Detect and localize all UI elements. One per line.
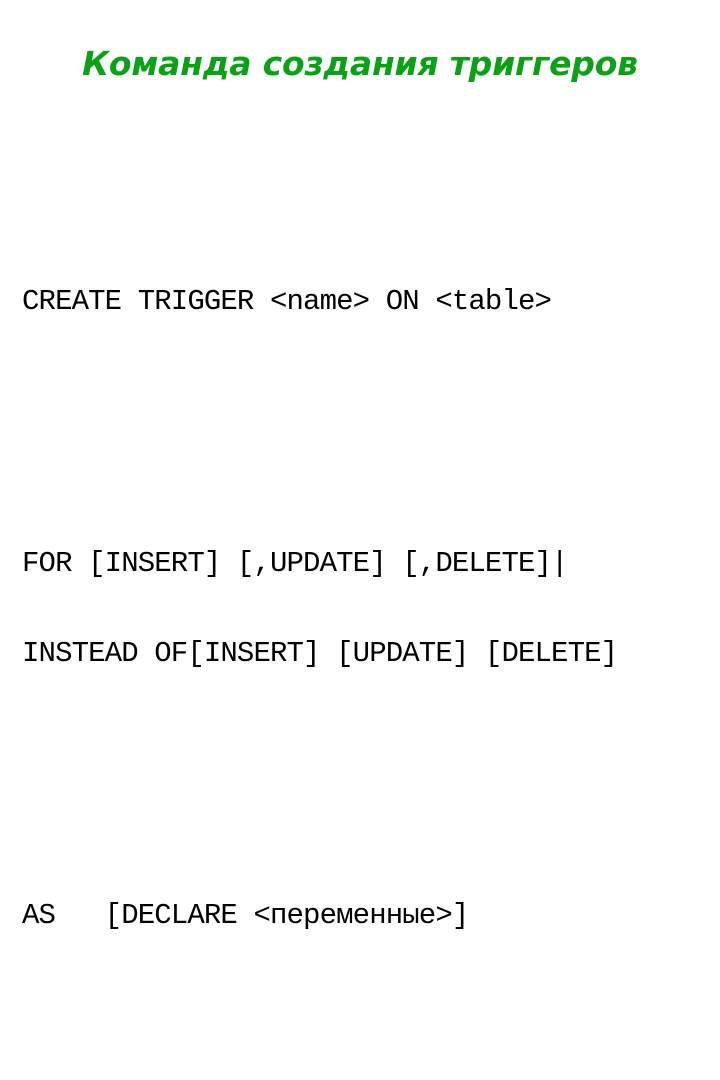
code-paragraph-as-declare-clause: AS [DECLARE <переменные>] bbox=[22, 841, 698, 991]
code-line: AS [DECLARE <переменные>] bbox=[22, 899, 469, 932]
code-line: INSTEAD OF[INSERT] [UPDATE] [DELETE] bbox=[22, 637, 618, 670]
code-body: CREATE TRIGGER <name> ON <table> FOR [IN… bbox=[22, 128, 698, 1080]
code-paragraph-event-clause: FOR [INSERT] [,UPDATE] [,DELETE]| INSTEA… bbox=[22, 489, 698, 729]
code-paragraph-create-trigger-header: CREATE TRIGGER <name> ON <table> bbox=[22, 227, 698, 377]
code-line: FOR [INSERT] [,UPDATE] [,DELETE]| bbox=[22, 547, 568, 580]
page-title: Команда создания триггеров bbox=[82, 44, 638, 83]
slide-canvas: Команда создания триггеров CREATE TRIGGE… bbox=[0, 0, 720, 931]
code-line: CREATE TRIGGER <name> ON <table> bbox=[22, 285, 552, 318]
